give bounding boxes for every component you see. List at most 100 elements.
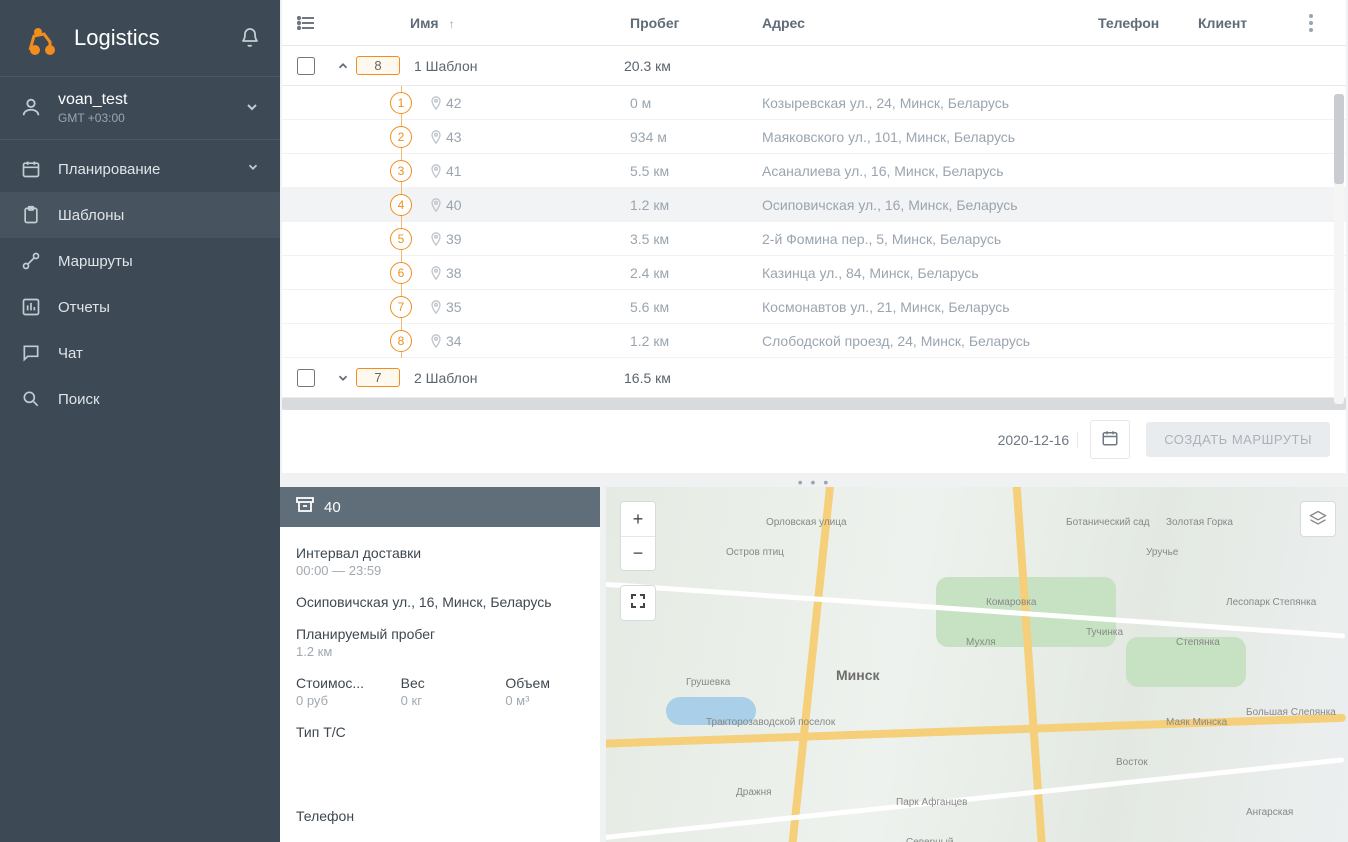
step-indicator: 7 [282, 296, 412, 318]
nav-templates[interactable]: Шаблоны [0, 192, 280, 238]
search-icon [20, 389, 42, 409]
nav-label: Планирование [58, 161, 160, 178]
fullscreen-button[interactable] [621, 586, 655, 620]
volume-value: 0 м³ [505, 693, 584, 708]
table-row[interactable]: 8341.2 кмСлободской проезд, 24, Минск, Б… [282, 324, 1346, 358]
row-address: Осиповичская ул., 16, Минск, Беларусь [762, 197, 1346, 213]
row-address: Слободской проезд, 24, Минск, Беларусь [762, 333, 1346, 349]
row-distance: 0 м [630, 95, 762, 111]
planned-label: Планируемый пробег [296, 626, 584, 642]
step-indicator: 1 [282, 92, 412, 114]
group-row[interactable]: 81 Шаблон20.3 км [282, 46, 1346, 86]
map-label: Большая Слепянка [1246, 707, 1336, 718]
sort-asc-icon: ↑ [449, 17, 455, 31]
map-label: Тучинка [1086, 627, 1123, 638]
interval-label: Интервал доставки [296, 545, 584, 561]
chart-icon [20, 297, 42, 317]
group-label: 1 Шаблон [414, 58, 624, 74]
step-indicator: 4 [282, 194, 412, 216]
nav-label: Чат [58, 345, 83, 362]
horizontal-scrollbar[interactable] [282, 398, 1346, 410]
map-label: Золотая Горка [1166, 517, 1233, 528]
calendar-icon [20, 159, 42, 179]
row-distance: 1.2 км [630, 197, 762, 213]
table-row[interactable]: 4401.2 кмОсиповичская ул., 16, Минск, Бе… [282, 188, 1346, 222]
user-timezone: GMT +03:00 [58, 111, 228, 125]
nav-label: Шаблоны [58, 207, 124, 224]
row-address: Маяковского ул., 101, Минск, Беларусь [762, 129, 1346, 145]
row-name: 39 [412, 231, 630, 247]
group-row[interactable]: 72 Шаблон16.5 км [282, 358, 1346, 398]
route-table: Имя↑ Пробег Адрес Телефон Клиент 8 1 Шабл… [282, 0, 1346, 473]
route-icon [20, 251, 42, 271]
group-checkbox[interactable] [282, 57, 330, 75]
row-address: Космонавтов ул., 21, Минск, Беларусь [762, 299, 1346, 315]
row-name: 35 [412, 299, 630, 315]
zoom-controls: + − [620, 501, 656, 571]
table-row[interactable]: 3415.5 кмАсаналиева ул., 16, Минск, Бела… [282, 154, 1346, 188]
more-icon[interactable] [1296, 14, 1326, 32]
map-label: Грушевка [686, 677, 730, 688]
step-indicator: 2 [282, 126, 412, 148]
detail-panel: 40 Интервал доставки 00:00 — 23:59 Осипо… [280, 487, 600, 842]
nav-planning[interactable]: Планирование [0, 146, 280, 192]
detail-address: Осиповичская ул., 16, Минск, Беларусь [296, 594, 584, 610]
group-count: 7 [356, 368, 400, 387]
detail-header: 40 [280, 487, 600, 527]
map-label: Комаровка [986, 597, 1036, 608]
chevron-up-icon[interactable] [330, 59, 356, 73]
table-row[interactable]: 5393.5 км2-й Фомина пер., 5, Минск, Бела… [282, 222, 1346, 256]
nav-reports[interactable]: Отчеты [0, 284, 280, 330]
chevron-down-icon [246, 160, 260, 178]
map-label: Уручье [1146, 547, 1178, 558]
map-canvas[interactable]: Минск Орловская улицаОстров птицКомаровк… [606, 487, 1348, 842]
weight-value: 0 кг [401, 693, 480, 708]
layers-button[interactable] [1300, 501, 1336, 537]
zoom-out-button[interactable]: − [621, 536, 655, 570]
chevron-down-icon[interactable] [330, 371, 356, 385]
table-row[interactable]: 1420 мКозыревская ул., 24, Минск, Белару… [282, 86, 1346, 120]
date-picker-button[interactable] [1090, 420, 1130, 459]
create-routes-button[interactable]: СОЗДАТЬ МАРШРУТЫ [1146, 422, 1330, 457]
th-client[interactable]: Клиент [1198, 15, 1296, 31]
detail-id: 40 [324, 499, 341, 516]
step-indicator: 5 [282, 228, 412, 250]
group-label: 2 Шаблон [414, 370, 624, 386]
group-count: 8 [356, 56, 400, 75]
cost-label: Стоимос... [296, 675, 375, 691]
nav-chat[interactable]: Чат [0, 330, 280, 376]
group-checkbox[interactable] [282, 369, 330, 387]
splitter-grip[interactable]: • • • [280, 477, 1348, 487]
zoom-in-button[interactable]: + [621, 502, 655, 536]
nav-routes[interactable]: Маршруты [0, 238, 280, 284]
table-row[interactable]: 7355.6 кмКосмонавтов ул., 21, Минск, Бел… [282, 290, 1346, 324]
map-label: Степянка [1176, 637, 1220, 648]
user-block[interactable]: voan_test GMT +03:00 [0, 76, 280, 140]
th-address[interactable]: Адрес [762, 15, 1098, 31]
row-distance: 5.6 км [630, 299, 762, 315]
row-address: Козыревская ул., 24, Минск, Беларусь [762, 95, 1346, 111]
nav-search[interactable]: Поиск [0, 376, 280, 422]
volume-label: Объем [505, 675, 584, 691]
map-label: Ботанический сад [1066, 517, 1150, 528]
list-icon[interactable] [282, 16, 330, 30]
vertical-scrollbar[interactable] [1334, 94, 1344, 404]
vehicle-label: Тип Т/С [296, 724, 584, 740]
map-label: Парк Афганцев [896, 797, 967, 808]
app-logo [20, 18, 60, 58]
map[interactable]: Минск Орловская улицаОстров птицКомаровк… [606, 487, 1348, 842]
th-distance[interactable]: Пробег [630, 15, 762, 31]
row-distance: 2.4 км [630, 265, 762, 281]
th-phone[interactable]: Телефон [1098, 15, 1198, 31]
row-name: 38 [412, 265, 630, 281]
clipboard-icon [20, 205, 42, 225]
table-row[interactable]: 6382.4 кмКазинца ул., 84, Минск, Беларус… [282, 256, 1346, 290]
notifications-icon[interactable] [240, 26, 260, 51]
th-name[interactable]: Имя↑ [330, 15, 630, 31]
step-indicator: 3 [282, 160, 412, 182]
bottom-panel: 40 Интервал доставки 00:00 — 23:59 Осипо… [280, 487, 1348, 842]
action-bar: 2020-12-16 СОЗДАТЬ МАРШРУТЫ [282, 410, 1346, 473]
app-title: Logistics [74, 25, 226, 51]
cost-value: 0 руб [296, 693, 375, 708]
table-row[interactable]: 243934 мМаяковского ул., 101, Минск, Бел… [282, 120, 1346, 154]
